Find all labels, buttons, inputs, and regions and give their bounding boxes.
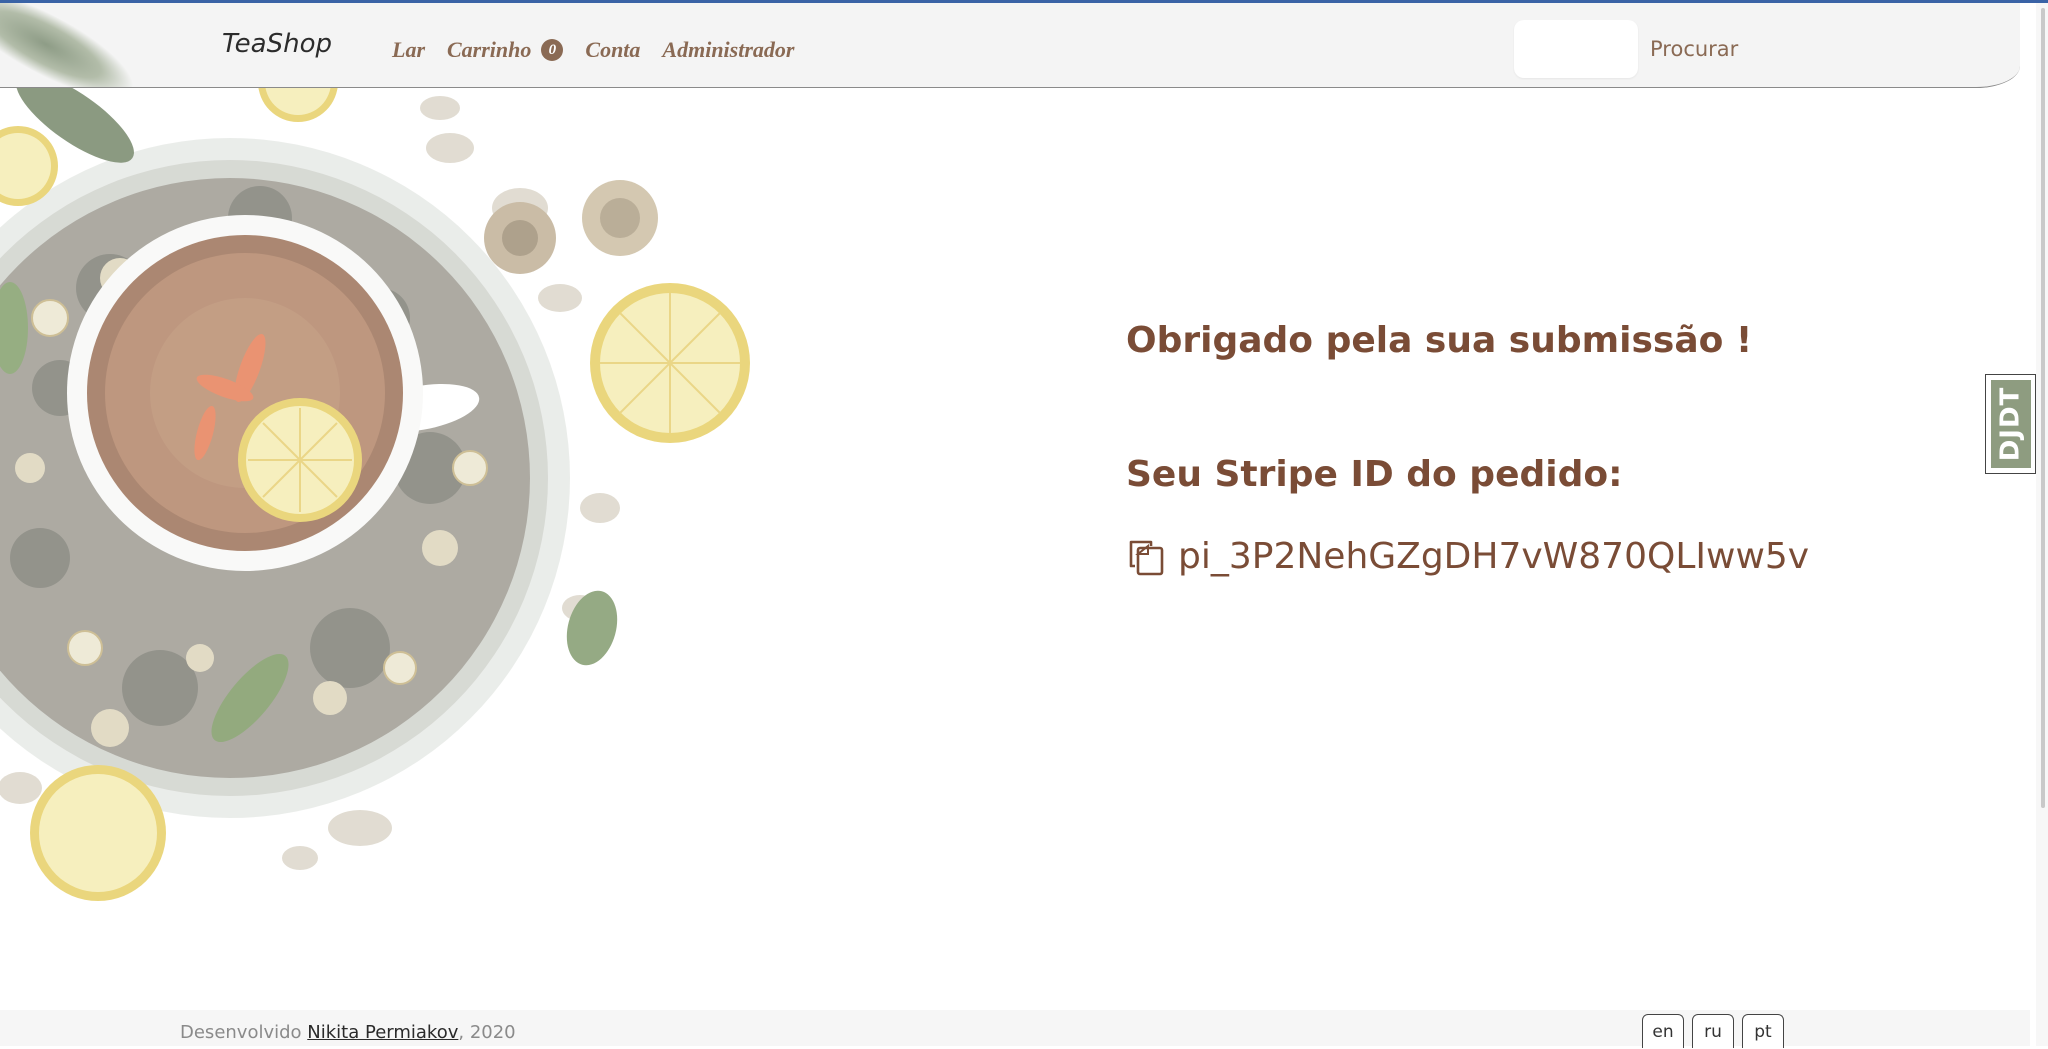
nav-link-admin-label: Administrador	[662, 37, 795, 62]
order-id-row: pi_3P2NehGZgDH7vW870QLIww5v	[1126, 536, 1809, 577]
language-button-pt[interactable]: pt	[1742, 1014, 1784, 1048]
language-button-ru[interactable]: ru	[1692, 1014, 1734, 1048]
language-button-en[interactable]: en	[1642, 1014, 1684, 1048]
footer-credit: Desenvolvido Nikita Permiakov, 2020	[180, 1022, 516, 1043]
order-id-label: Seu Stripe ID do pedido:	[1126, 454, 1623, 495]
nav-link-cart-label: Carrinho	[447, 37, 532, 62]
nav-link-admin[interactable]: Administrador	[662, 37, 794, 63]
cart-count-badge: 0	[541, 39, 564, 61]
tea-hero-image	[0, 88, 760, 908]
copy-icon[interactable]	[1126, 537, 1166, 577]
nav-links: Lar Carrinho 0 Conta Administrador	[392, 37, 816, 63]
author-link[interactable]: Nikita Permiakov	[307, 1022, 458, 1043]
nav-link-account[interactable]: Conta	[585, 37, 640, 63]
nav-link-cart[interactable]: Carrinho 0	[447, 37, 564, 63]
brand-link[interactable]: TeaShop	[222, 29, 332, 59]
debug-toolbar-tab: DJDT	[1990, 380, 2031, 468]
navbar-leaf-decoration	[0, 3, 145, 87]
nav-link-home-label: Lar	[392, 37, 425, 62]
search-input[interactable]	[1514, 20, 1638, 78]
navbar: TeaShop Lar Carrinho 0 Conta Administrado…	[0, 3, 2020, 88]
scrollbar-thumb[interactable]	[2041, 8, 2045, 808]
nav-link-account-label: Conta	[585, 37, 641, 62]
tea-illustration	[0, 88, 760, 908]
order-id-value[interactable]: pi_3P2NehGZgDH7vW870QLIww5v	[1178, 536, 1809, 577]
thank-you-heading: Obrigado pela sua submissão !	[1126, 320, 1753, 361]
debug-toolbar-handle[interactable]: DJDT	[1985, 374, 2036, 474]
credit-suffix: , 2020	[458, 1022, 516, 1043]
nav-link-home[interactable]: Lar	[392, 37, 425, 63]
credit-prefix: Desenvolvido	[180, 1022, 308, 1043]
debug-toolbar-label: DJDT	[1995, 386, 2026, 462]
search-button[interactable]: Procurar	[1650, 37, 1738, 61]
